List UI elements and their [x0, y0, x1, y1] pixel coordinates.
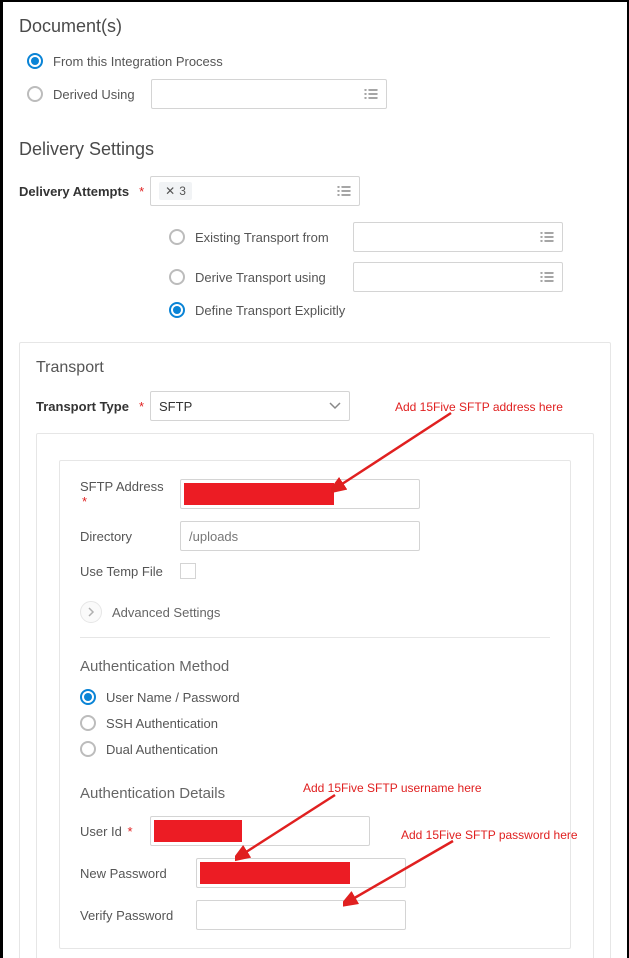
dual-auth-label: Dual Authentication [106, 742, 218, 757]
required-marker: * [82, 494, 87, 509]
redacted-user-id [154, 820, 242, 842]
new-password-input[interactable] [196, 858, 406, 888]
derive-transport-picker[interactable] [353, 262, 563, 292]
advanced-settings-label: Advanced Settings [112, 605, 220, 620]
user-id-label: User Id * [80, 824, 142, 839]
define-transport-label: Define Transport Explicitly [195, 303, 345, 318]
delivery-attempts-value: 3 [179, 184, 186, 198]
sftp-details-panel: SFTP Address * Directory Use Temp File [59, 460, 571, 949]
required-marker: * [139, 184, 144, 199]
close-icon[interactable]: ✕ [165, 184, 175, 198]
required-marker: * [128, 824, 133, 839]
derive-transport-label: Derive Transport using [195, 270, 345, 285]
redacted-password [200, 862, 350, 884]
redacted-sftp-address [184, 483, 334, 505]
radio-derived-using[interactable] [27, 86, 43, 102]
list-icon [540, 271, 554, 283]
advanced-settings-toggle[interactable]: Advanced Settings [80, 601, 550, 638]
radio-derived-using-label: Derived Using [53, 87, 143, 102]
list-icon [337, 185, 351, 197]
annotation-sftp-address: Add 15Five SFTP address here [395, 400, 563, 414]
radio-from-integration[interactable] [27, 53, 43, 69]
radio-dual-auth[interactable] [80, 741, 96, 757]
transport-type-select[interactable]: SFTP [150, 391, 350, 421]
annotation-sftp-username: Add 15Five SFTP username here [303, 781, 482, 795]
delivery-attempts-picker[interactable]: ✕ 3 [150, 176, 360, 206]
chevron-right-icon [80, 601, 102, 623]
auth-method-title: Authentication Method [80, 658, 550, 675]
list-icon [540, 231, 554, 243]
ssh-auth-label: SSH Authentication [106, 716, 218, 731]
use-temp-file-label: Use Temp File [80, 564, 180, 579]
radio-derive-transport[interactable] [169, 269, 185, 285]
derived-using-picker[interactable] [151, 79, 387, 109]
radio-ssh-auth[interactable] [80, 715, 96, 731]
delivery-settings-title: Delivery Settings [19, 139, 611, 160]
required-marker: * [139, 399, 144, 414]
radio-from-integration-label: From this Integration Process [53, 54, 223, 69]
user-pass-label: User Name / Password [106, 690, 240, 705]
transport-type-value: SFTP [159, 399, 192, 414]
existing-transport-picker[interactable] [353, 222, 563, 252]
radio-existing-transport[interactable] [169, 229, 185, 245]
radio-user-pass[interactable] [80, 689, 96, 705]
existing-transport-label: Existing Transport from [195, 230, 345, 245]
annotation-sftp-password: Add 15Five SFTP password here [401, 828, 578, 842]
new-password-label: New Password [80, 866, 188, 881]
list-icon [364, 88, 378, 100]
transport-type-label: Transport Type [36, 399, 129, 414]
transport-panel: Transport Transport Type * SFTP SFTP Add… [19, 342, 611, 958]
verify-password-label: Verify Password [80, 908, 188, 923]
delivery-attempts-label: Delivery Attempts [19, 184, 129, 199]
use-temp-file-checkbox[interactable] [180, 563, 196, 579]
delivery-attempts-chip[interactable]: ✕ 3 [159, 182, 192, 200]
transport-title: Transport [36, 359, 594, 377]
directory-input[interactable] [180, 521, 420, 551]
radio-define-transport[interactable] [169, 302, 185, 318]
sftp-address-input[interactable] [180, 479, 420, 509]
verify-password-input[interactable] [196, 900, 406, 930]
directory-label: Directory [80, 529, 180, 544]
user-id-input[interactable] [150, 816, 370, 846]
documents-section-title: Document(s) [19, 16, 611, 37]
transport-subpanel: SFTP Address * Directory Use Temp File [36, 433, 594, 958]
sftp-address-label: SFTP Address * [80, 479, 180, 509]
chevron-down-icon [329, 399, 341, 413]
